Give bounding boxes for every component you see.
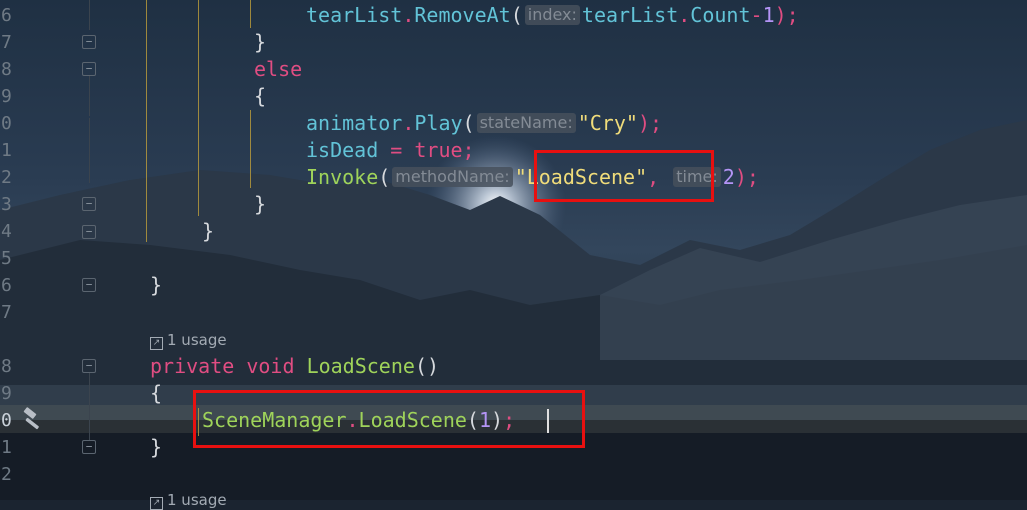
string-literal: "Cry" (577, 111, 638, 135)
indent-guide (198, 0, 199, 216)
indent-guide (250, 110, 251, 188)
punct: ); (774, 3, 799, 27)
punct: ( (510, 3, 523, 27)
brace: } (254, 30, 267, 54)
identifier: animator (306, 111, 403, 135)
fold-line (89, 0, 90, 30)
line-number: 0 (1, 113, 12, 134)
line-number: 8 (1, 59, 12, 80)
usage-count: 1 usage (167, 491, 227, 509)
code-line[interactable]: } (150, 434, 162, 461)
line-number: 2 (1, 464, 12, 485)
usage-codelens[interactable]: ↗ 1 usage (150, 490, 227, 510)
indent-guide (250, 0, 251, 28)
number-literal: 2 (722, 165, 735, 189)
fold-toggle-icon[interactable]: − (82, 359, 96, 373)
code-editor[interactable]: 6 7 8 9 0 1 2 3 4 5 6 7 8 9 0 1 2 − − − … (0, 0, 1027, 510)
operator: - (750, 3, 763, 27)
fold-toggle-icon[interactable]: − (82, 225, 96, 239)
code-line[interactable]: private void LoadScene() (150, 353, 439, 380)
line-number: 9 (1, 383, 12, 404)
punct: () (414, 354, 440, 378)
usage-arrow-icon: ↗ (150, 497, 163, 510)
keyword: true (414, 138, 463, 162)
punct: ( (462, 111, 475, 135)
parameter-hint: methodName: (392, 167, 513, 187)
brace: } (202, 219, 215, 243)
highlight-box-loadscene-call (193, 390, 585, 448)
code-line[interactable]: tearList.RemoveAt(index: tearList.Count-1… (306, 2, 799, 29)
method-name: RemoveAt (414, 3, 511, 27)
line-number: 6 (1, 5, 12, 26)
number-literal: 1 (762, 3, 775, 27)
punct: . (678, 3, 691, 27)
code-line[interactable]: { (150, 380, 162, 407)
fold-toggle-icon[interactable]: − (82, 278, 96, 292)
fold-toggle-icon[interactable]: − (82, 62, 96, 76)
method-name: Play (414, 111, 463, 135)
fold-toggle-icon[interactable]: − (82, 35, 96, 49)
line-number: 2 (1, 167, 12, 188)
brace: } (254, 192, 267, 216)
hammer-icon[interactable] (22, 407, 46, 431)
punct: . (402, 3, 415, 27)
line-number: 8 (1, 356, 12, 377)
fold-line (89, 118, 90, 183)
punct: ); (734, 165, 759, 189)
punct: ); (637, 111, 663, 135)
punct: ; (462, 138, 475, 162)
keyword: private (150, 354, 235, 378)
fold-toggle-icon[interactable]: − (82, 440, 96, 454)
identifier: isDead (306, 138, 379, 162)
line-number: 9 (1, 86, 12, 107)
line-number: 5 (1, 248, 12, 269)
parameter-hint: index: (524, 5, 580, 25)
brace: } (150, 273, 163, 297)
indent-guide (146, 0, 147, 242)
keyword: else (254, 57, 303, 81)
code-line[interactable]: animator.Play(stateName: "Cry"); (306, 110, 662, 137)
code-line[interactable]: } (254, 29, 266, 56)
line-number: 7 (1, 32, 12, 53)
parameter-hint: stateName: (476, 113, 576, 133)
usage-arrow-icon: ↗ (150, 337, 163, 350)
code-line[interactable]: isDead = true; (306, 137, 475, 164)
punct: . (402, 111, 415, 135)
punct: ( (378, 165, 391, 189)
code-line[interactable]: } (150, 272, 162, 299)
line-number: 1 (1, 140, 12, 161)
line-number: 6 (1, 275, 12, 296)
identifier: tearList (306, 3, 403, 27)
operator: = (378, 138, 415, 162)
fold-line (89, 373, 90, 441)
method-name: LoadScene (306, 354, 415, 378)
code-line[interactable]: { (254, 83, 266, 110)
code-line[interactable]: else (254, 56, 302, 83)
keyword: void (246, 354, 295, 378)
brace: { (254, 84, 267, 108)
property-name: Count (690, 3, 751, 27)
fold-line (89, 76, 90, 116)
code-line[interactable]: } (254, 191, 266, 218)
usage-count: 1 usage (167, 331, 227, 349)
identifier: tearList (581, 3, 679, 27)
line-number: 3 (1, 194, 12, 215)
fold-toggle-icon[interactable]: − (82, 197, 96, 211)
brace: { (150, 381, 163, 405)
line-number: 4 (1, 221, 12, 242)
method-name: Invoke (306, 165, 379, 189)
line-number: 1 (1, 437, 12, 458)
code-line[interactable]: } (202, 218, 214, 245)
line-number: 7 (1, 302, 12, 323)
brace: } (150, 435, 163, 459)
usage-codelens[interactable]: ↗ 1 usage (150, 330, 227, 350)
line-number: 0 (1, 410, 12, 431)
highlight-box-invoke-string (534, 150, 714, 202)
